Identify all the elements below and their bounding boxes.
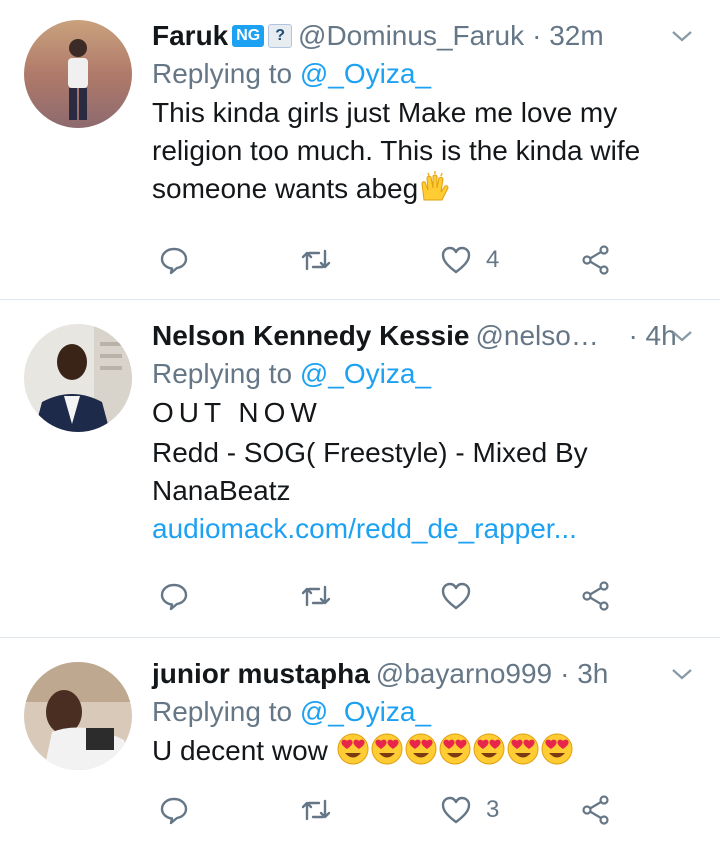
user-handle[interactable]: @Dominus_Faruk: [298, 18, 524, 54]
heart-eyes-emoji: [337, 733, 369, 765]
user-name[interactable]: Nelson Kennedy Kessie: [152, 318, 469, 354]
tweet-header: junior mustapha @bayarno999 · 3h: [152, 656, 696, 692]
retweet-icon: [301, 799, 331, 821]
avatar[interactable]: [24, 20, 132, 128]
tweet-time[interactable]: · 32m: [532, 18, 604, 54]
replying-to: Replying to @_Oyiza_: [152, 358, 432, 389]
replying-to: Replying to @_Oyiza_: [152, 58, 432, 89]
like-button[interactable]: 3: [440, 790, 499, 830]
emoji-row: [336, 733, 574, 766]
replying-to: Replying to @_Oyiza_: [152, 696, 432, 727]
share-button[interactable]: [580, 790, 612, 830]
reply-button[interactable]: [158, 240, 190, 280]
like-icon: [441, 246, 471, 274]
external-link[interactable]: audiomack.com/redd_de_rapper...: [152, 510, 696, 548]
share-icon: [582, 795, 609, 825]
mention-link[interactable]: @_Oyiza_: [300, 358, 431, 389]
tweet-time[interactable]: · 3h: [560, 656, 608, 692]
chevron-down-icon[interactable]: [668, 660, 696, 688]
reply-icon: [160, 247, 188, 275]
flag-badge: ?: [268, 24, 293, 48]
user-handle[interactable]: @bayarno999: [376, 656, 552, 692]
avatar[interactable]: [24, 662, 132, 770]
tweet-text: Redd - SOG( Freestyle) - Mixed By NanaBe…: [152, 437, 588, 506]
like-count: 3: [486, 796, 500, 823]
like-icon: [441, 796, 471, 824]
raised-hands-emoji: [421, 171, 449, 201]
avatar[interactable]: [24, 324, 132, 432]
tweet-3[interactable]: junior mustapha @bayarno999 · 3h Replyin…: [0, 638, 720, 851]
heart-eyes-emoji: [541, 733, 573, 765]
tweet-1[interactable]: Faruk NG ? @Dominus_Faruk · 32m Replying…: [0, 0, 720, 300]
tweet-2[interactable]: Nelson Kennedy Kessie @nelsonkessie · 4h…: [0, 300, 720, 638]
heart-eyes-emoji: [405, 733, 437, 765]
retweet-button[interactable]: [300, 790, 332, 830]
mention-link[interactable]: @_Oyiza_: [300, 696, 431, 727]
mention-link[interactable]: @_Oyiza_: [300, 58, 431, 89]
retweet-icon: [301, 249, 331, 271]
share-button[interactable]: [580, 240, 612, 280]
user-handle[interactable]: @nelsonkessie: [475, 318, 610, 354]
reply-icon: [160, 797, 188, 825]
heart-eyes-emoji: [473, 733, 505, 765]
share-button[interactable]: [580, 576, 612, 616]
user-name[interactable]: junior mustapha: [152, 656, 370, 692]
reply-icon: [160, 583, 188, 611]
like-count: 4: [486, 246, 500, 273]
heart-eyes-emoji: [371, 733, 403, 765]
retweet-button[interactable]: [300, 576, 332, 616]
share-icon: [582, 581, 609, 611]
like-icon: [441, 582, 471, 610]
retweet-button[interactable]: [300, 240, 332, 280]
retweet-icon: [301, 585, 331, 607]
like-button[interactable]: 4: [440, 240, 499, 280]
reply-button[interactable]: [158, 576, 190, 616]
tweet-header: Faruk NG ? @Dominus_Faruk · 32m: [152, 18, 696, 54]
user-name[interactable]: Faruk: [152, 18, 228, 54]
tweet-header: Nelson Kennedy Kessie @nelsonkessie · 4h: [152, 318, 696, 354]
chevron-down-icon[interactable]: [668, 322, 696, 350]
heart-eyes-emoji: [507, 733, 539, 765]
tweet-text: U decent wow: [152, 732, 696, 770]
flag-badge: NG: [232, 25, 265, 47]
tweet-text-line: OUT NOW: [152, 397, 322, 428]
tweet-actions: 3: [158, 790, 618, 830]
like-button[interactable]: [440, 576, 486, 616]
share-icon: [582, 245, 609, 275]
tweet-text: This kinda girls just Make me love my re…: [152, 97, 641, 204]
tweet-actions: [158, 576, 618, 616]
heart-eyes-emoji: [439, 733, 471, 765]
tweet-actions: 4: [158, 240, 618, 280]
reply-button[interactable]: [158, 790, 190, 830]
chevron-down-icon[interactable]: [668, 22, 696, 50]
